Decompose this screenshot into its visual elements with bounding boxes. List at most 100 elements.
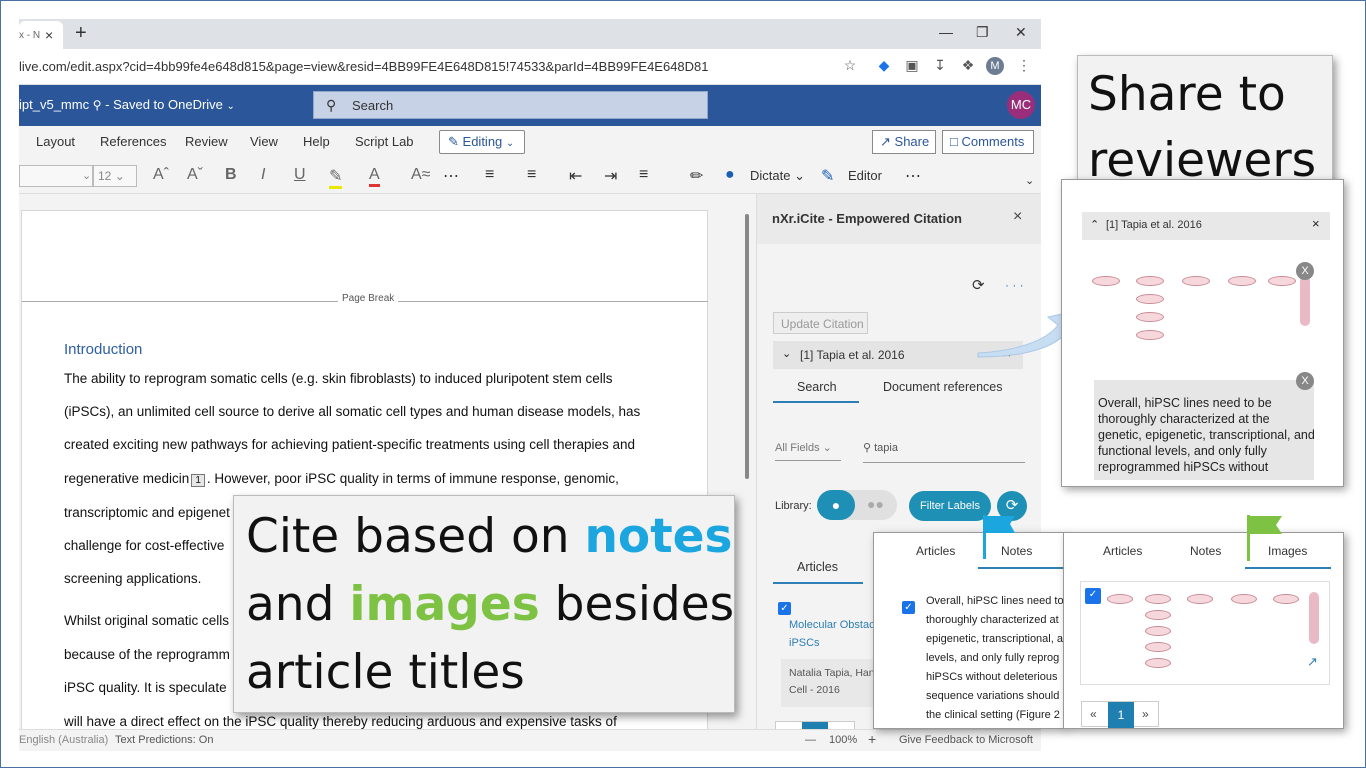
filter-labels-button[interactable]: Filter Labels: [909, 491, 991, 521]
close-panel-icon[interactable]: ×: [1013, 208, 1022, 226]
article-title[interactable]: iPSCs: [789, 637, 820, 649]
zoom-out-button[interactable]: —: [805, 734, 816, 746]
italic-icon[interactable]: I: [261, 166, 265, 184]
tab-layout[interactable]: Layout: [36, 134, 75, 149]
remove-note-icon[interactable]: X: [1296, 372, 1314, 390]
share-label: Share: [894, 134, 930, 149]
tab-strip: x - N × + — ❐ ✕: [19, 19, 1041, 49]
chevron-down-icon: ⌄: [226, 101, 235, 112]
grow-font-icon[interactable]: Aˆ: [153, 166, 169, 184]
microphone-icon[interactable]: ●: [725, 166, 735, 184]
url-text[interactable]: live.com/edit.aspx?cid=4bb99fe4e648d815&…: [19, 59, 709, 74]
bold-icon[interactable]: B: [225, 166, 237, 184]
editor-button[interactable]: Editor: [848, 168, 882, 183]
bookmark-star-icon[interactable]: ☆: [841, 57, 859, 75]
search-box[interactable]: ⚲ Search: [313, 91, 708, 119]
document-scrollbar[interactable]: [745, 214, 749, 479]
shrink-font-icon[interactable]: Aˇ: [187, 166, 203, 184]
toolbar-more-icon[interactable]: ⋯: [905, 166, 921, 186]
tab-articles[interactable]: Articles: [797, 560, 838, 574]
editor-icon[interactable]: ✎: [821, 166, 834, 186]
highlight-icon[interactable]: ✎: [329, 166, 343, 189]
dictate-label: Dictate: [750, 168, 791, 183]
refresh-icon[interactable]: ⟳: [972, 276, 985, 294]
open-external-icon[interactable]: ↗: [1307, 654, 1318, 670]
cell-image: [1145, 658, 1171, 668]
cite-callout-line3: article titles: [246, 645, 525, 700]
page-next-button[interactable]: »: [1142, 707, 1149, 721]
close-icon[interactable]: ×: [1312, 216, 1320, 231]
status-language[interactable]: English (Australia): [19, 734, 108, 746]
reviewer-citation-header[interactable]: ⌃ [1] Tapia et al. 2016 ×: [1082, 212, 1330, 240]
bullets-icon[interactable]: ≡: [485, 166, 494, 184]
tab-title: x - N: [19, 30, 41, 41]
tab-notes[interactable]: Notes: [1190, 544, 1221, 558]
article-title[interactable]: Molecular Obstac: [789, 619, 875, 631]
styles-icon[interactable]: ✏: [690, 166, 703, 186]
profile-avatar[interactable]: M: [986, 57, 1004, 75]
paragraph-line: The ability to reprogram somatic cells (…: [64, 371, 613, 386]
extensions-puzzle-icon[interactable]: ❖: [959, 57, 977, 75]
ribbon-collapse-icon[interactable]: ⌄: [1025, 174, 1034, 187]
search-input[interactable]: ⚲ tapia: [863, 441, 1025, 463]
font-family-select[interactable]: ⌄: [19, 165, 93, 187]
minimize-icon[interactable]: —: [939, 24, 953, 40]
editing-mode-button[interactable]: ✎ Editing ⌄: [439, 130, 525, 154]
tab-articles[interactable]: Articles: [916, 544, 955, 558]
extension-gray-icon[interactable]: ▣: [903, 57, 921, 75]
share-icon: ↗: [880, 134, 891, 149]
tab-view[interactable]: View: [250, 134, 278, 149]
document-title[interactable]: ipt_v5_mmc ⚲ - Saved to OneDrive ⌄: [19, 97, 235, 112]
clear-format-icon[interactable]: A≈: [411, 166, 430, 184]
feedback-link[interactable]: Give Feedback to Microsoft: [899, 734, 1033, 746]
font-color-icon[interactable]: A: [369, 166, 380, 187]
numbering-icon[interactable]: ≡: [527, 166, 536, 184]
status-text-predictions[interactable]: Text Predictions: On: [115, 734, 213, 746]
tab-document-references[interactable]: Document references: [883, 380, 1003, 394]
comments-button[interactable]: □ Comments: [942, 130, 1034, 154]
underline-icon[interactable]: U: [294, 166, 306, 184]
decrease-indent-icon[interactable]: ⇤: [569, 166, 582, 186]
address-bar[interactable]: live.com/edit.aspx?cid=4bb99fe4e648d815&…: [19, 49, 1041, 85]
section-heading: Introduction: [64, 341, 143, 358]
note-checkbox[interactable]: ✓: [902, 601, 915, 614]
remove-image-icon[interactable]: X: [1296, 262, 1314, 280]
close-tab-icon[interactable]: ×: [45, 27, 53, 43]
align-icon[interactable]: ≡: [639, 166, 648, 184]
tab-articles[interactable]: Articles: [1103, 544, 1142, 558]
share-button[interactable]: ↗ Share: [872, 130, 936, 154]
zoom-in-button[interactable]: +: [868, 731, 876, 747]
browser-tab[interactable]: x - N ×: [19, 21, 63, 49]
page-current[interactable]: 1: [1108, 702, 1134, 728]
close-window-icon[interactable]: ✕: [1015, 24, 1027, 41]
panel-more-icon[interactable]: · · ·: [1005, 278, 1024, 292]
tab-script-lab[interactable]: Script Lab: [355, 134, 414, 149]
field-select[interactable]: All Fields ⌄: [775, 441, 841, 461]
tab-review[interactable]: Review: [185, 134, 228, 149]
increase-indent-icon[interactable]: ⇥: [604, 166, 617, 186]
article-checkbox[interactable]: ✓: [778, 602, 791, 615]
library-toggle[interactable]: ● ●●: [817, 490, 897, 520]
dictate-button[interactable]: Dictate ⌄: [750, 168, 805, 184]
citation-marker[interactable]: 1: [191, 474, 205, 487]
font-size-select[interactable]: 12 ⌄: [93, 165, 137, 187]
more-format-icon[interactable]: ⋯: [443, 166, 459, 186]
restore-icon[interactable]: ❐: [976, 24, 989, 41]
user-avatar[interactable]: MC: [1007, 91, 1035, 119]
extension-blue-icon[interactable]: ◆: [875, 57, 893, 75]
zoom-level[interactable]: 100%: [829, 734, 857, 746]
update-citation-button[interactable]: Update Citation: [773, 312, 868, 334]
personal-library-icon[interactable]: ●: [817, 490, 855, 520]
group-library-icon[interactable]: ●●: [867, 496, 884, 512]
download-icon[interactable]: ↧: [931, 57, 949, 75]
tab-references[interactable]: References: [100, 134, 166, 149]
paragraph-line-with-citation: regenerative medicin 1. However, poor iPS…: [64, 471, 669, 487]
new-tab-button[interactable]: +: [75, 22, 87, 45]
browser-menu-icon[interactable]: ⋮: [1015, 57, 1033, 75]
active-tab-indicator: [1245, 567, 1331, 569]
tab-search[interactable]: Search: [797, 380, 837, 394]
page-prev-button[interactable]: «: [1090, 707, 1097, 721]
image-checkbox[interactable]: ✓: [1085, 588, 1101, 604]
tab-help[interactable]: Help: [303, 134, 330, 149]
cell-image: [1136, 294, 1164, 304]
